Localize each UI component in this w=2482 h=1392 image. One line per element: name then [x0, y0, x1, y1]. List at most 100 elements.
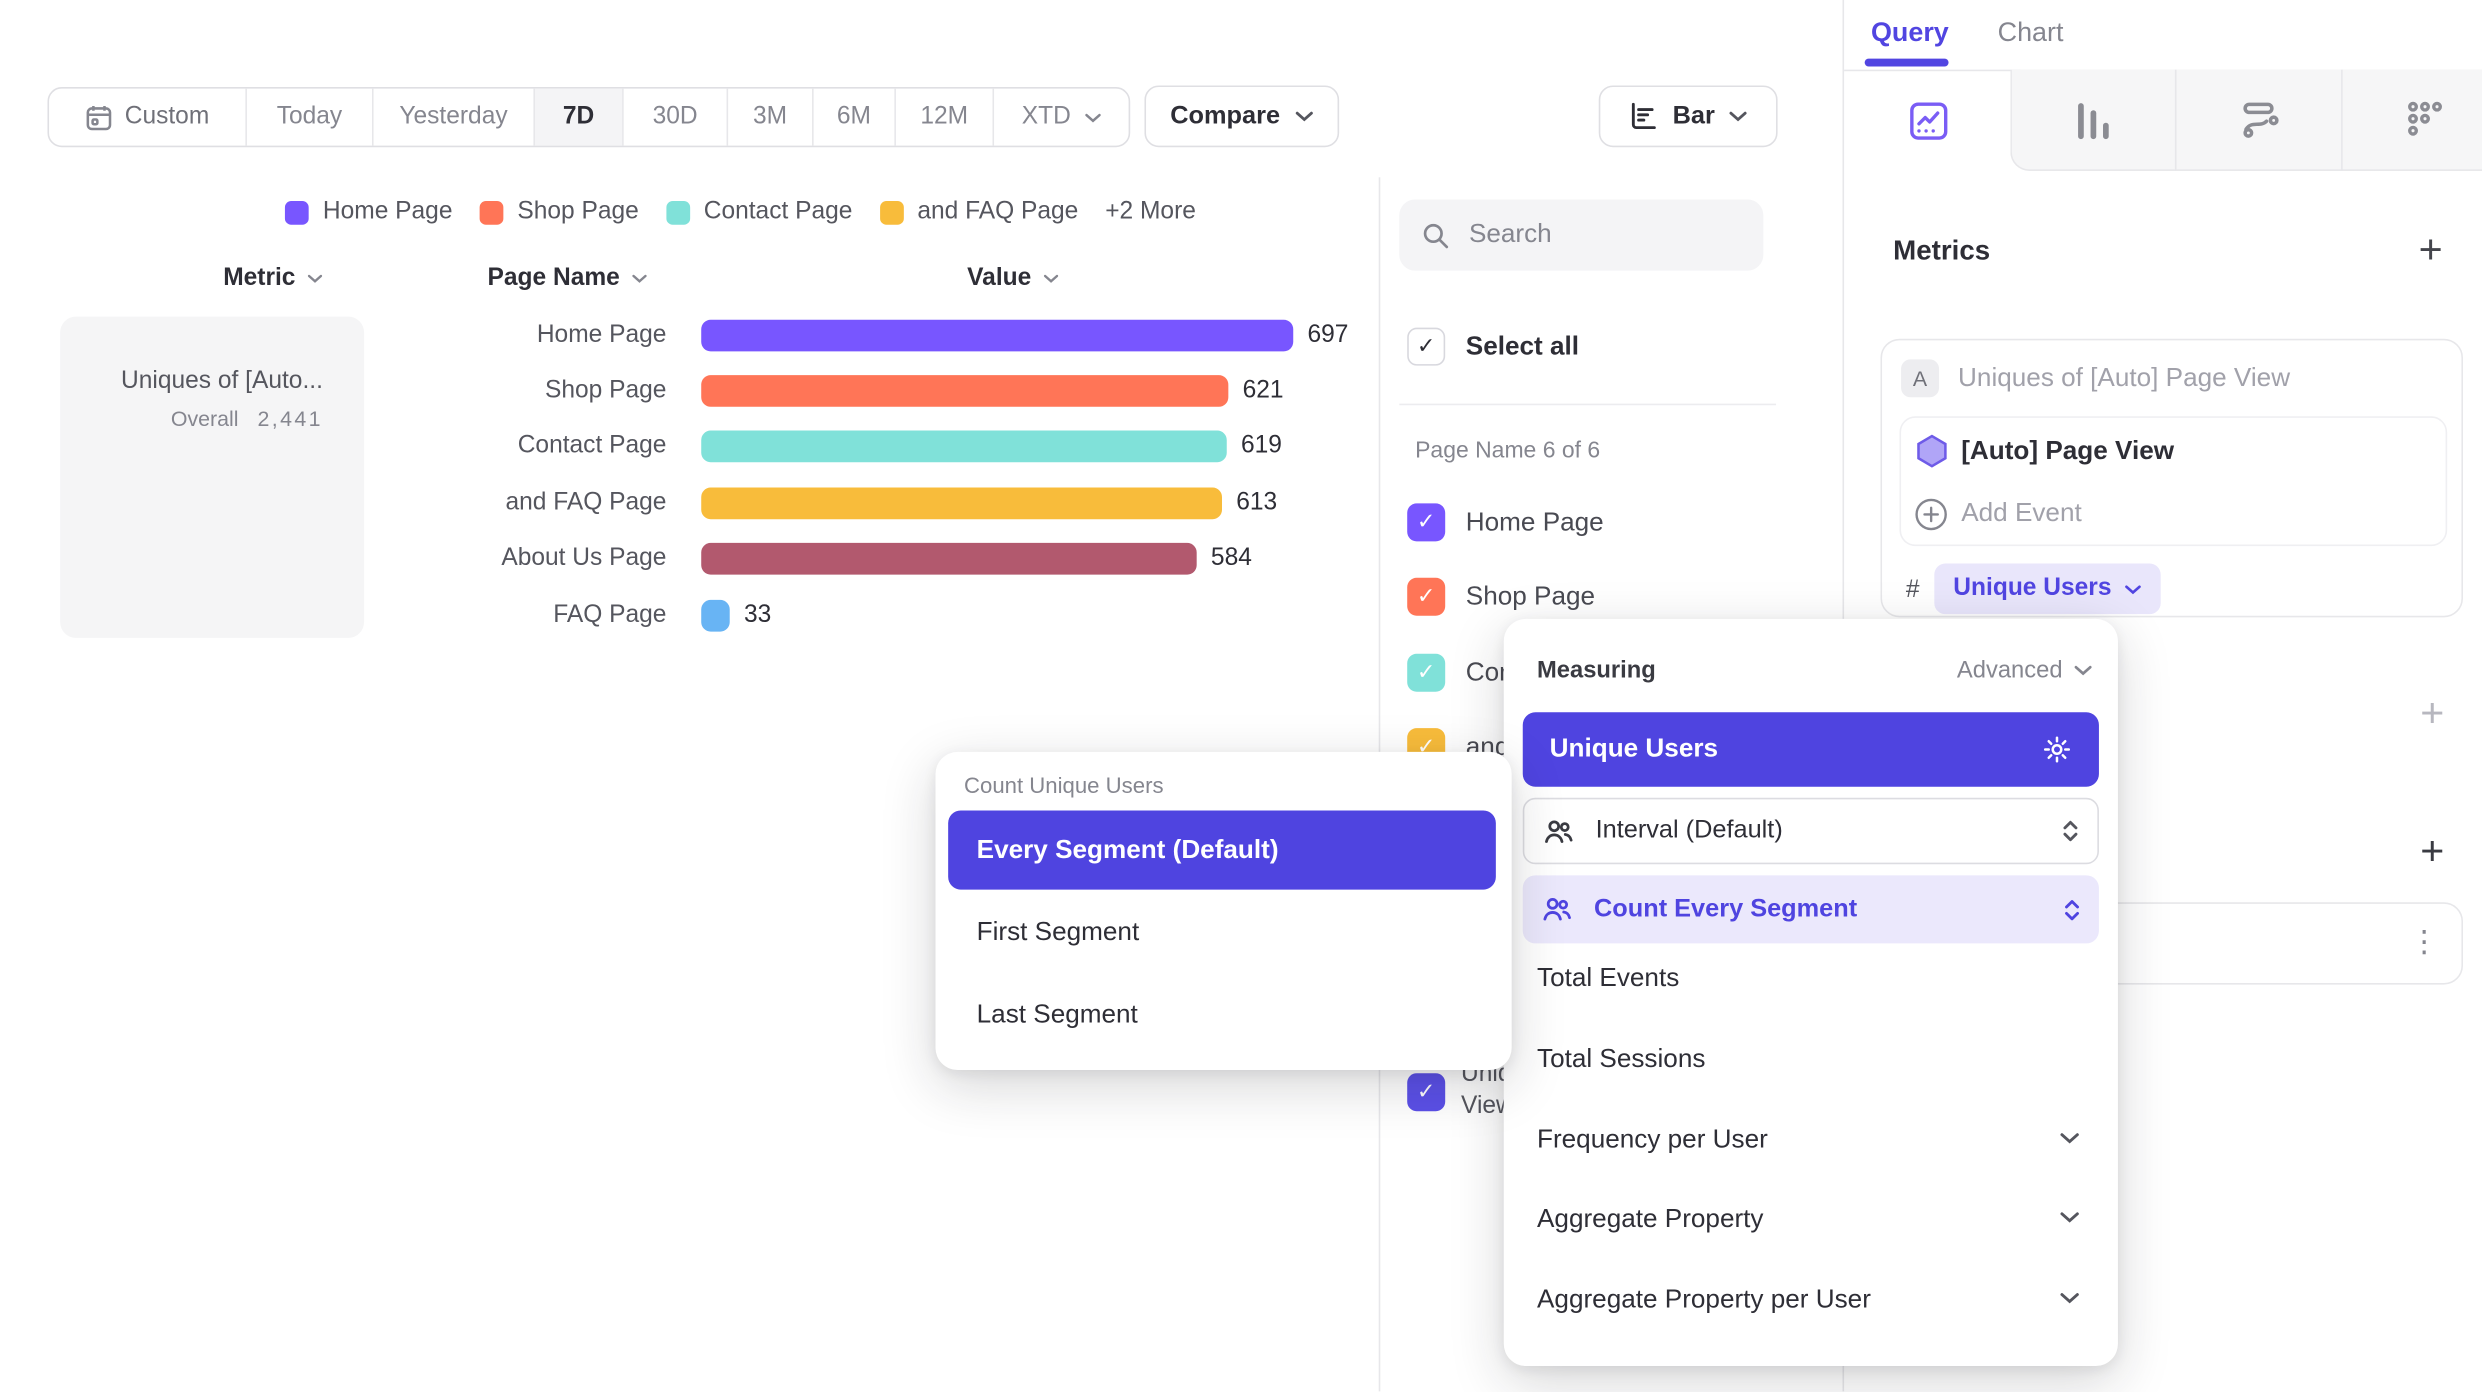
stepper-icon [2063, 897, 2082, 922]
retention-report-icon[interactable] [2404, 98, 2445, 139]
menu-item-total-sessions[interactable]: Total Sessions [1537, 1045, 1705, 1075]
metric-summary-cell[interactable]: Uniques of [Auto... Overall2,441 [60, 317, 364, 638]
date-range-yesterday[interactable]: Yesterday [372, 89, 533, 146]
table-row: FAQ Page 33 [364, 598, 771, 633]
menu-item-aggregate-property-per-user[interactable]: Aggregate Property per User [1537, 1285, 1871, 1315]
row-page-label: Home Page [364, 321, 666, 349]
bar-segment[interactable] [701, 488, 1222, 520]
legend-item[interactable]: Shop Page [479, 198, 638, 226]
gear-icon[interactable] [2042, 734, 2072, 764]
measuring-title: Measuring [1537, 657, 1656, 684]
column-header-page-name[interactable]: Page Name [488, 264, 647, 292]
row-page-label: About Us Page [364, 545, 666, 573]
filter-item: ✓Home Page [1407, 503, 1604, 541]
bar-value: 697 [1307, 321, 1348, 349]
checkbox[interactable]: ✓ [1407, 578, 1445, 616]
menu-item-first-segment[interactable]: First Segment [977, 918, 1140, 948]
compare-label: Compare [1170, 102, 1280, 130]
date-range-6m[interactable]: 6M [812, 89, 894, 146]
metric-title: Uniques of [Auto... [76, 367, 323, 395]
tab-query[interactable]: Query [1871, 17, 1949, 49]
checkbox[interactable]: ✓ [1407, 654, 1445, 692]
menu-item-every-segment[interactable]: Every Segment (Default) [948, 810, 1496, 889]
chevron-down-icon [2124, 583, 2141, 594]
date-range-custom[interactable]: Custom [49, 89, 245, 146]
bar-segment[interactable] [701, 431, 1227, 463]
chevron-down-icon [1042, 274, 1058, 283]
overflow-menu-icon[interactable]: ⋮ [2409, 924, 2439, 959]
calendar-icon [85, 104, 112, 131]
table-row: Home Page 697 [364, 318, 1348, 353]
column-header-metric[interactable]: Metric [223, 264, 322, 292]
event-name[interactable]: [Auto] Page View [1961, 437, 2174, 467]
chart-type-label: Bar [1673, 102, 1715, 130]
bar-segment[interactable] [701, 320, 1293, 352]
row-page-label: FAQ Page [364, 602, 666, 630]
count-mode-selector[interactable]: Count Every Segment [1523, 875, 2099, 943]
metrics-heading: Metrics [1893, 234, 1990, 267]
event-card: [Auto] Page View Add Event [1899, 416, 2447, 546]
chevron-down-icon[interactable] [2059, 1292, 2080, 1305]
select-all-row: ✓ Select all [1407, 328, 1579, 366]
table-row: and FAQ Page 613 [364, 486, 1277, 521]
date-range-label: Custom [125, 103, 210, 131]
menu-item-frequency-per-user[interactable]: Frequency per User [1537, 1125, 1768, 1155]
column-header-value[interactable]: Value [967, 264, 1058, 292]
date-range-12m[interactable]: 12M [894, 89, 992, 146]
funnels-report-icon[interactable] [2072, 100, 2115, 143]
date-range-xtd[interactable]: XTD [992, 89, 1128, 146]
legend-swatch [285, 200, 309, 224]
legend-swatch [879, 200, 903, 224]
chevron-down-icon[interactable] [2059, 1132, 2080, 1145]
count-popover-title: Count Unique Users [964, 772, 1164, 797]
measuring-popover: Measuring Advanced Unique Users Interval… [1504, 619, 2118, 1366]
chevron-down-icon [307, 274, 323, 283]
menu-item-total-events[interactable]: Total Events [1537, 964, 1679, 994]
insights-report-icon[interactable] [1907, 100, 1950, 143]
compare-button[interactable]: Compare [1144, 85, 1339, 147]
select-all-label: Select all [1466, 332, 1579, 362]
menu-item-last-segment[interactable]: Last Segment [977, 1000, 1138, 1030]
bar-value: 621 [1243, 377, 1284, 405]
active-tab-underline [1865, 59, 1949, 67]
bar-segment[interactable] [701, 375, 1228, 407]
flows-report-icon[interactable] [2240, 98, 2283, 141]
measurement-pill[interactable]: Unique Users [1934, 564, 2160, 615]
bar-segment[interactable] [701, 543, 1196, 575]
date-range-3m[interactable]: 3M [727, 89, 812, 146]
search-input[interactable] [1469, 220, 1722, 250]
add-metric-button[interactable]: + [2419, 233, 2443, 265]
legend-item[interactable]: Contact Page [666, 198, 853, 226]
bar-segment[interactable] [701, 600, 729, 632]
interval-selector[interactable]: Interval (Default) [1523, 798, 2099, 864]
checkbox[interactable]: ✓ [1407, 503, 1445, 541]
date-range-7d[interactable]: 7D [533, 89, 622, 146]
table-row: Contact Page 619 [364, 429, 1282, 464]
chart-type-button[interactable]: Bar [1599, 85, 1778, 147]
icon-tab-separator [2341, 70, 2343, 171]
date-range-today[interactable]: Today [245, 89, 372, 146]
icon-tab-separator [2175, 70, 2177, 171]
row-page-label: Shop Page [364, 377, 666, 405]
chevron-down-icon [1294, 111, 1313, 122]
legend-more[interactable]: +2 More [1105, 198, 1196, 226]
add-breakdown-button[interactable]: + [2420, 834, 2444, 866]
menu-item-aggregate-property[interactable]: Aggregate Property [1537, 1205, 1764, 1235]
breakdown-card: ⋮ [2089, 902, 2463, 984]
tab-chart[interactable]: Chart [1998, 17, 2064, 49]
advanced-toggle[interactable]: Advanced [1957, 657, 2093, 684]
checkbox[interactable]: ✓ [1407, 1073, 1445, 1111]
insights-report-page: Custom Today Yesterday 7D 30D 3M 6M 12M … [0, 0, 2482, 1391]
chevron-down-icon[interactable] [2059, 1211, 2080, 1224]
chevron-down-icon [1729, 111, 1748, 122]
menu-item-unique-users[interactable]: Unique Users [1523, 712, 2099, 786]
legend-item[interactable]: and FAQ Page [879, 198, 1078, 226]
add-filter-button[interactable]: + [2420, 696, 2444, 728]
add-event-button[interactable]: Add Event [1961, 499, 2082, 529]
date-range-30d[interactable]: 30D [622, 89, 726, 146]
date-range-selector: Custom Today Yesterday 7D 30D 3M 6M 12M … [47, 87, 1130, 147]
table-row: Shop Page 621 [364, 374, 1283, 409]
stepper-icon [2061, 818, 2080, 843]
legend-item[interactable]: Home Page [285, 198, 453, 226]
select-all-checkbox[interactable]: ✓ [1407, 328, 1445, 366]
